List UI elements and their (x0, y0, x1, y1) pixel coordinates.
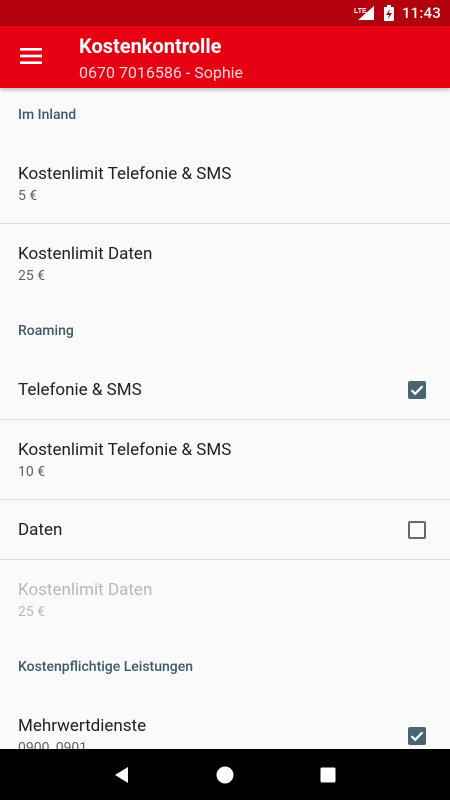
section-header-roaming: Roaming (18, 323, 74, 339)
menu-button[interactable] (8, 33, 54, 79)
lte-signal-icon: LTE (354, 5, 376, 21)
recents-square-icon (320, 767, 336, 782)
item-label: Kostenlimit Daten (18, 580, 153, 600)
recents-button[interactable] (308, 755, 348, 795)
checkmark-icon (410, 731, 424, 742)
section-header-inland: Im Inland (18, 107, 77, 123)
roaming-data-toggle-item[interactable]: Daten (0, 500, 450, 560)
app-bar: Kostenkontrolle 0670 7016586 - Sophie (0, 26, 450, 88)
value-added-services-checkbox[interactable] (408, 727, 426, 745)
roaming-telephony-checkbox[interactable] (408, 380, 426, 399)
item-label: Kostenlimit Telefonie & SMS (18, 163, 232, 184)
status-bar: LTE 11:43 (0, 0, 450, 26)
back-button[interactable] (102, 755, 142, 795)
checkmark-icon (410, 384, 424, 395)
status-time: 11:43 (401, 4, 441, 22)
item-value: 10 € (18, 463, 46, 480)
item-label: Mehrwertdienste (18, 716, 147, 736)
roaming-telephony-limit-item[interactable]: Kostenlimit Telefonie & SMS 10 € (0, 420, 450, 500)
item-label: Kostenlimit Daten (18, 244, 153, 264)
page-title: Kostenkontrolle (79, 34, 222, 58)
section-header-paid-services: Kostenpflichtige Leistungen (18, 659, 194, 675)
item-value: 0900, 0901 (18, 740, 88, 749)
home-circle-icon (216, 766, 234, 783)
item-value: 25 € (18, 604, 46, 620)
item-value: 5 € (18, 187, 38, 204)
value-added-services-item[interactable]: Mehrwertdienste 0900, 0901 (0, 696, 450, 749)
item-value: 25 € (18, 268, 46, 284)
battery-charging-icon (383, 5, 394, 21)
item-label: Daten (18, 519, 63, 540)
roaming-telephony-toggle-item[interactable]: Telefonie & SMS (0, 360, 450, 420)
item-label: Kostenlimit Telefonie & SMS (18, 439, 232, 460)
settings-list[interactable]: Im Inland Kostenlimit Telefonie & SMS 5 … (0, 88, 450, 749)
inland-telephony-limit-item[interactable]: Kostenlimit Telefonie & SMS 5 € (0, 144, 450, 224)
roaming-data-limit-item: Kostenlimit Daten 25 € (0, 560, 450, 640)
home-button[interactable] (205, 755, 245, 795)
system-navigation-bar (0, 749, 450, 800)
hamburger-menu-icon (20, 48, 42, 64)
roaming-data-checkbox[interactable] (408, 520, 426, 539)
item-label: Telefonie & SMS (18, 379, 142, 400)
inland-data-limit-item[interactable]: Kostenlimit Daten 25 € (0, 224, 450, 304)
page-subtitle: 0670 7016586 - Sophie (79, 63, 244, 82)
back-triangle-icon (114, 766, 128, 783)
